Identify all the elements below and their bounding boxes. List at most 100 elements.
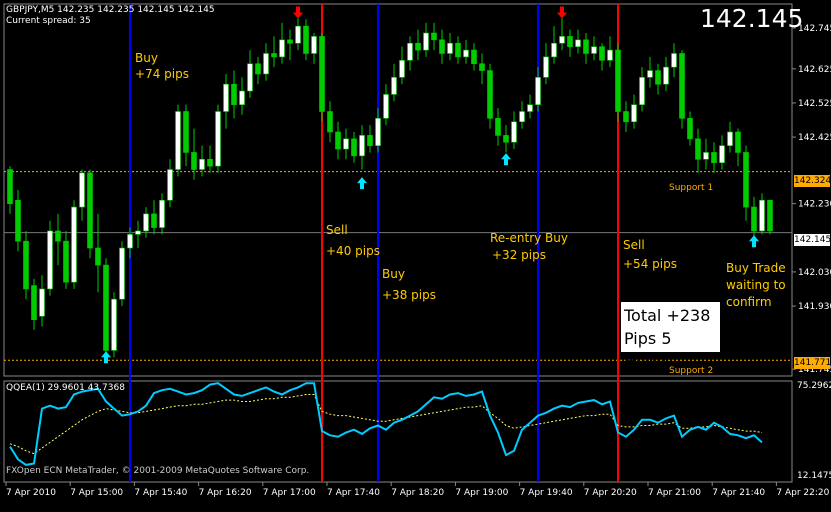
x-tick-label: 7 Apr 21:00 (648, 488, 701, 498)
candle-bull (111, 298, 117, 351)
candle-bull (247, 63, 253, 92)
candle-bear (439, 39, 445, 54)
candle-bull (639, 77, 645, 105)
candle-bull (671, 53, 677, 68)
annotation-line: Re-entry Buy (490, 231, 568, 245)
candle-bull (223, 83, 229, 112)
candle-bull (239, 90, 245, 105)
candle-bull (279, 39, 285, 58)
candle-bear (567, 36, 573, 47)
chart-canvas: 142.745142.625142.525142.425142.230142.0… (3, 3, 831, 498)
candle-bear (255, 63, 261, 75)
price-tag-support-2: 141.771 (794, 357, 831, 369)
candle-bear (751, 206, 757, 232)
annotation-line: Buy Trade (726, 261, 786, 275)
candle-bear (471, 49, 477, 65)
annotation-line: waiting to (726, 278, 786, 292)
candle-bull (703, 152, 709, 160)
annotation-buy-2: Buy +38 pips (382, 264, 436, 306)
x-tick-label: 7 Apr 17:40 (327, 488, 380, 498)
candle-bear (455, 42, 461, 58)
candle-bear (767, 199, 773, 232)
candle-bear (327, 111, 333, 133)
candle-bull (647, 70, 653, 78)
big-price: 142.145 (700, 4, 804, 33)
y-tick-label: 142.230 (798, 200, 831, 210)
candle-bull (423, 32, 429, 51)
candle-bear (367, 135, 373, 146)
candle-bear (303, 25, 309, 54)
arrow-up-icon (749, 235, 759, 248)
indicator-max-label: 75.2962 (797, 381, 831, 391)
annotation-buy-1: Buy +74 pips (135, 50, 189, 82)
x-tick-label: 7 Apr 2010 (6, 488, 56, 498)
indicator-min-label: 12.1475 (797, 471, 831, 481)
annotation-line: Sell (623, 238, 645, 252)
candle-bull (167, 169, 173, 201)
annotation-line: Sell (326, 223, 348, 237)
annotation-line: confirm (726, 295, 772, 309)
candle-bear (7, 169, 13, 204)
candle-bear (319, 36, 325, 112)
x-tick-label: 7 Apr 22:20 (776, 488, 829, 498)
candle-bull (591, 46, 597, 54)
arrow-down-icon (557, 6, 567, 19)
candle-bull (127, 234, 133, 249)
x-tick-label: 7 Apr 16:20 (199, 488, 252, 498)
y-tick-label: 142.425 (798, 133, 831, 143)
candle-bull (519, 111, 525, 123)
candle-bull (143, 213, 149, 232)
annotation-line: +74 pips (135, 67, 189, 81)
candle-bull (527, 104, 533, 112)
annotation-sell-1: Sell +40 pips (326, 220, 380, 262)
candle-bull (295, 25, 301, 44)
candle-bear (23, 240, 29, 290)
annotation-sell-2: Sell +54 pips (623, 236, 677, 274)
candle-bear (735, 131, 741, 153)
annotation-line: +54 pips (623, 257, 677, 271)
indicator-label: QQEA(1) 29.9601 43.7368 (6, 383, 125, 393)
candle-bear (287, 39, 293, 44)
x-tick-label: 7 Apr 21:40 (712, 488, 765, 498)
candle-bull (399, 60, 405, 78)
qqe-fast-line (9, 382, 763, 466)
candle-bear (487, 70, 493, 119)
candle-bull (447, 42, 453, 54)
annotation-line: +40 pips (326, 244, 380, 258)
total-box: Total +238 Pips 5 Hours (621, 302, 720, 371)
candle-bull (199, 158, 205, 170)
support-2-label: Support 2 (669, 366, 714, 376)
spread-label: Current spread: 35 (6, 16, 91, 26)
candle-bear (623, 111, 629, 123)
candle-bear (95, 247, 101, 266)
x-tick-label: 7 Apr 18:20 (391, 488, 444, 498)
candle-bear (335, 131, 341, 150)
candle-bear (695, 138, 701, 160)
arrow-up-icon (101, 351, 111, 364)
candle-bull (511, 121, 517, 143)
candle-bull (463, 49, 469, 58)
candle-bull (543, 56, 549, 78)
candle-bull (559, 36, 565, 44)
candle-bull (575, 39, 581, 47)
candle-bear (207, 158, 213, 167)
candle-bull (39, 288, 45, 317)
candle-bear (743, 152, 749, 208)
y-tick-label: 141.930 (798, 302, 831, 312)
x-tick-label: 7 Apr 17:00 (263, 488, 316, 498)
candle-bear (431, 32, 437, 41)
y-tick-label: 142.625 (798, 65, 831, 75)
x-tick-label: 7 Apr 15:00 (70, 488, 123, 498)
candle-bull (159, 199, 165, 228)
candle-bull (119, 247, 125, 300)
candle-bear (415, 42, 421, 51)
candle-bear (599, 46, 605, 61)
annotation-line: Buy (135, 51, 158, 65)
candle-bear (55, 230, 61, 242)
candle-bull (71, 206, 77, 283)
price-tag-current: 142.145 (794, 234, 831, 246)
y-tick-label: 142.525 (798, 99, 831, 109)
candle-bear (503, 135, 509, 143)
candle-bull (535, 77, 541, 105)
annotation-reentry: Re-entry Buy +32 pips (490, 230, 568, 264)
